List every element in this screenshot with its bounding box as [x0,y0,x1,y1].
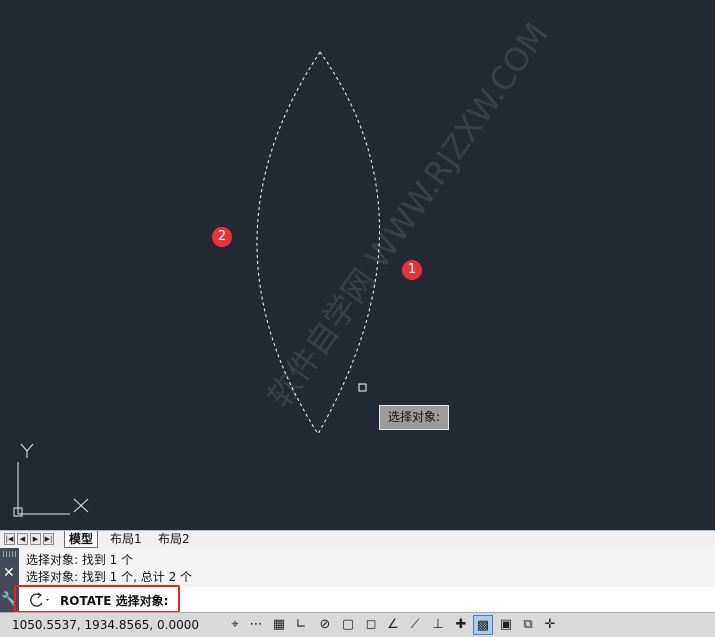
last-tab-button[interactable]: ▶| [43,533,54,545]
osnap-icon: ▢ [341,617,355,632]
quick-properties-toggle-button[interactable]: ▣ [496,615,516,635]
transparency-toggle-button[interactable]: ▩ [473,615,493,635]
last-icon: ▶| [44,535,53,543]
otrack-toggle-button[interactable]: ∠ [383,615,403,635]
annotation-monitor-icon: ✛ [544,617,556,632]
grid-icon: ▦ [272,617,286,632]
infer-constraints-toggle-button[interactable]: ⌖ [225,615,245,635]
grid-toggle-button[interactable]: ▦ [269,615,289,635]
ortho-toggle-button[interactable]: ∟ [291,615,311,635]
ucs-icon [13,443,89,517]
grip-icon [3,551,16,557]
command-window-grip[interactable]: ✕ [0,548,19,587]
marker-2-badge: 2 [212,227,232,247]
first-icon: |◀ [5,535,14,543]
dynamic-input-tooltip: 选择对象: [379,405,449,430]
first-tab-button[interactable]: |◀ [4,533,15,545]
polar-icon: ⊘ [319,617,331,632]
status-bar: 1050.5537, 1934.8565, 0.0000 ⌖ ⋯ ▦ ∟ ⊘ ▢ ◻ ∠ ⟋ ⊥ ✚… [0,612,715,637]
history-line-1: 选择对象: 找到 1 个 [26,553,134,567]
prompt-highlight-box [14,585,180,613]
dyn-toggle-button[interactable]: ⊥ [428,615,448,635]
watermark: 软件自学网 WWW.RJZXW.COM [260,16,555,415]
polar-toggle-button[interactable]: ⊘ [315,615,335,635]
selection-cycling-toggle-button[interactable]: ⧉ [518,615,538,635]
prev-icon: ◀ [19,535,26,543]
layout-tab-bar: |◀ ◀ ▶ ▶| 模型 布局1 布局2 [0,530,715,548]
otrack-icon: ∠ [387,617,399,632]
infer-constraints-icon: ⌖ [231,617,239,632]
tab-layout1[interactable]: 布局1 [106,531,146,547]
transparency-icon: ▩ [476,618,490,633]
close-icon[interactable]: ✕ [3,566,15,580]
history-line-2: 选择对象: 找到 1 个, 总计 2 个 [26,570,193,584]
canvas-graphics[interactable]: 软件自学网 WWW.RJZXW.COM [0,0,715,530]
3d-osnap-icon: ◻ [365,617,377,632]
coordinate-readout: 1050.5537, 1934.8565, 0.0000 [12,618,200,632]
annotation-monitor-toggle-button[interactable]: ✛ [540,615,560,635]
quick-properties-icon: ▣ [499,617,513,632]
tab-model[interactable]: 模型 [64,531,99,548]
3d-osnap-toggle-button[interactable]: ◻ [361,615,381,635]
marker-1-badge: 1 [402,260,422,280]
osnap-toggle-button[interactable]: ▢ [338,615,358,635]
ducs-toggle-button[interactable]: ⟋ [405,615,425,635]
pickbox-cursor [358,383,367,392]
selection-cycling-icon: ⧉ [523,617,533,632]
lineweight-icon: ✚ [455,617,467,632]
drawing-canvas[interactable]: 软件自学网 WWW.RJZXW.COM 1 2 选择对象: [0,0,715,530]
next-icon: ▶ [32,535,39,543]
ortho-icon: ∟ [295,617,307,632]
lineweight-toggle-button[interactable]: ✚ [451,615,471,635]
ducs-icon: ⟋ [410,617,420,632]
snap-toggle-button[interactable]: ⋯ [246,615,266,635]
snap-icon: ⋯ [249,617,263,632]
prev-tab-button[interactable]: ◀ [17,533,28,545]
command-history: ✕ 选择对象: 找到 1 个 选择对象: 找到 1 个, 总计 2 个 [0,548,715,587]
tab-layout2[interactable]: 布局2 [154,531,194,547]
next-tab-button[interactable]: ▶ [30,533,41,545]
dyn-icon: ⊥ [432,617,444,632]
